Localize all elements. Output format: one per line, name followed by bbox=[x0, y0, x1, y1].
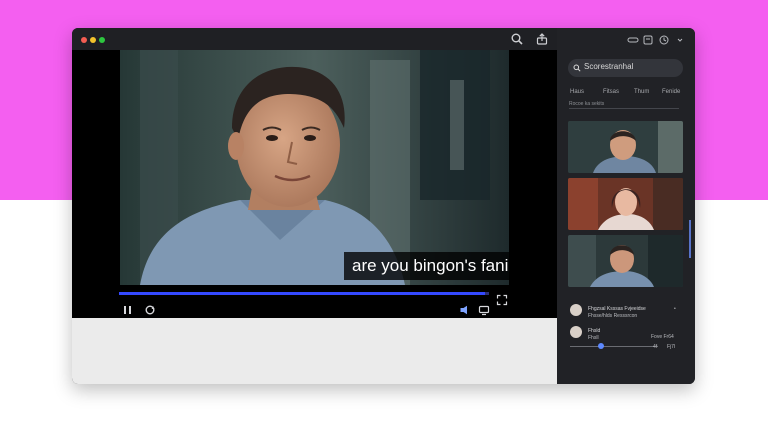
close-window-button[interactable] bbox=[81, 37, 87, 43]
clock-icon[interactable] bbox=[657, 33, 671, 47]
search-icon bbox=[573, 64, 581, 72]
share-icon[interactable] bbox=[535, 32, 549, 46]
loop-icon[interactable] bbox=[144, 304, 156, 316]
slider-label: Fj7I bbox=[667, 344, 676, 350]
maximize-window-button[interactable] bbox=[99, 37, 105, 43]
screen-icon[interactable] bbox=[478, 304, 490, 316]
dots-icon[interactable] bbox=[626, 33, 640, 47]
comment-author: Fhgzsal Ksssas Fvjeeidse bbox=[588, 306, 646, 312]
progress-fill bbox=[119, 292, 486, 295]
video-thumbnail-icon bbox=[568, 235, 683, 287]
tab-sublabel: Rocoe ka sekits bbox=[569, 101, 605, 107]
sidebar-scrollbar[interactable] bbox=[689, 220, 691, 258]
sidebar: Scorestranhal Haus Fitsas Thum Fenide Ro… bbox=[557, 28, 695, 384]
subtitle-caption: are you bingon's fanice. bbox=[344, 252, 509, 280]
tab-fenide[interactable]: Fenide bbox=[662, 89, 680, 95]
video-thumbnail-1[interactable] bbox=[568, 121, 683, 173]
play-icon[interactable] bbox=[122, 304, 134, 316]
video-player[interactable]: are you bingon's fanice. bbox=[72, 50, 557, 318]
tab-fitsas[interactable]: Fitsas bbox=[603, 89, 619, 95]
slider-label: 4f bbox=[653, 344, 658, 350]
video-thumbnail-3[interactable] bbox=[568, 235, 683, 287]
speaker-icon[interactable] bbox=[459, 304, 471, 316]
avatar bbox=[570, 304, 582, 316]
avatar bbox=[570, 326, 582, 338]
search-icon[interactable] bbox=[510, 32, 524, 46]
fullscreen-icon[interactable] bbox=[496, 294, 508, 306]
video-thumbnail-2[interactable] bbox=[568, 178, 683, 230]
video-thumbnail-icon bbox=[568, 178, 683, 230]
video-thumbnail-icon bbox=[568, 121, 683, 173]
video-scene bbox=[120, 50, 509, 285]
comment-text: Fhsll bbox=[588, 335, 599, 341]
content-area-below-player bbox=[72, 318, 557, 384]
comment-author: Fhsld bbox=[588, 328, 601, 334]
tab-divider bbox=[569, 108, 679, 109]
tab-thum[interactable]: Thum bbox=[634, 89, 649, 95]
bookmark-icon[interactable] bbox=[641, 33, 655, 47]
comment-meta: Fove Fr64 bbox=[651, 334, 674, 340]
progress-bar[interactable] bbox=[119, 292, 489, 295]
slider-knob[interactable] bbox=[597, 343, 604, 349]
comment-meta: • bbox=[674, 306, 676, 312]
video-frame[interactable]: are you bingon's fanice. bbox=[120, 50, 509, 285]
search-input[interactable]: Scorestranhal bbox=[568, 59, 683, 77]
search-text: Scorestranhal bbox=[584, 62, 634, 71]
app-window: are you bingon's fanice. bbox=[72, 28, 695, 384]
minimize-window-button[interactable] bbox=[90, 37, 96, 43]
title-bar bbox=[72, 28, 557, 50]
tab-haus[interactable]: Haus bbox=[570, 89, 584, 95]
comment-text: Fhsse/hlds Resssrcon bbox=[588, 313, 638, 319]
slider-track[interactable] bbox=[570, 346, 658, 347]
chevron-down-icon[interactable] bbox=[673, 33, 687, 47]
